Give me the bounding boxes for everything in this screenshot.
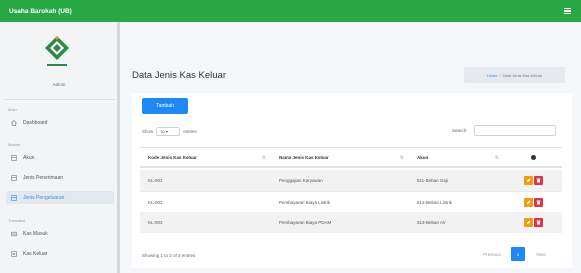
upload-icon — [11, 250, 17, 257]
sidebar: Admin Main Dashboard Master Akun Jenis P… — [0, 22, 120, 273]
sidebar-heading-main: Main — [8, 107, 17, 112]
cell-akun: 512-Beban Listrik — [417, 199, 453, 205]
delete-button[interactable] — [533, 176, 543, 185]
table-row: KL-001 Penggajian Karyawan 511-Beban Gaj… — [140, 170, 562, 191]
logo-icon — [44, 35, 70, 61]
entries-select[interactable]: 10 ▾ — [156, 127, 181, 136]
sidebar-item-label: Kas Masuk — [23, 230, 48, 237]
previous-page-button[interactable]: Previous — [477, 247, 507, 261]
sidebar-item-kas-masuk[interactable]: Kas Masuk — [6, 227, 114, 240]
hamburger-menu-icon[interactable] — [564, 8, 571, 14]
sidebar-item-label: Jenis Penerimaan — [23, 174, 64, 181]
sidebar-heading-master: Master — [8, 142, 21, 147]
brand-title[interactable]: Usaha Barokah (UB) — [9, 8, 72, 15]
search-label: Search: — [452, 128, 468, 133]
add-button[interactable]: Tambah — [142, 98, 188, 114]
entries-label: entries — [183, 129, 197, 134]
top-navbar: Usaha Barokah (UB) — [0, 0, 581, 22]
gear-icon — [530, 154, 536, 160]
sidebar-item-jenis-penerimaan[interactable]: Jenis Penerimaan — [6, 171, 114, 184]
data-card: Tambah Show 10 ▾ entries Search: Kode Je… — [132, 93, 572, 268]
show-label: Show — [142, 129, 154, 134]
page-title: Data Jenis Kas Keluar — [132, 70, 226, 81]
sidebar-item-label: Jenis Pengeluaran — [23, 194, 65, 201]
sidebar-item-label: Kas Keluar — [23, 250, 48, 257]
breadcrumb: Home / Data Jenis Kas Keluar — [464, 67, 565, 83]
sort-icon: ⇅ — [399, 155, 404, 161]
trash-icon — [536, 178, 540, 183]
logo-underline — [47, 64, 67, 66]
delete-button[interactable] — [533, 218, 543, 227]
search-input[interactable] — [474, 125, 556, 136]
cell-akun: 513-Beban Air — [417, 220, 446, 225]
pencil-icon — [526, 200, 530, 204]
table-row: KL-003 Pembayaran Biaya PDAM 513-Beban A… — [140, 212, 562, 233]
sidebar-heading-transaksi: Transaksi — [8, 218, 26, 223]
download-icon — [11, 231, 17, 236]
edit-button[interactable] — [523, 176, 533, 185]
cell-kode: KL-001 — [148, 178, 163, 183]
breadcrumb-current: Data Jenis Kas Keluar — [502, 72, 543, 78]
cell-nama: Penggajian Karyawan — [279, 178, 323, 183]
breadcrumb-home-link[interactable]: Home — [487, 73, 498, 78]
user-name: Admin — [52, 82, 66, 87]
trash-icon — [536, 200, 540, 204]
pencil-icon — [526, 178, 530, 182]
sidebar-item-kas-keluar[interactable]: Kas Keluar — [6, 247, 114, 260]
column-header-actions — [504, 148, 562, 166]
page-1-button[interactable]: 1 — [511, 247, 525, 261]
cell-nama: Pembayaran Biaya Listrik — [279, 199, 331, 205]
edit-button[interactable] — [523, 218, 533, 227]
sort-icon: ⇅ — [261, 155, 266, 161]
column-header-kode[interactable]: Kode Jenis Kas Keluar ⇅ — [140, 148, 271, 166]
cell-akun: 511-Beban Gaji — [417, 178, 448, 183]
sidebar-item-jenis-pengeluaran[interactable]: Jenis Pengeluaran — [6, 191, 114, 204]
trash-icon — [536, 220, 540, 225]
table-row: KL-002 Pembayaran Biaya Listrik 512-Beba… — [140, 191, 562, 212]
sidebar-divider — [5, 99, 115, 100]
pagination: Previous 1 Next — [477, 247, 553, 261]
list-icon — [11, 154, 17, 161]
sidebar-item-label: Akun — [23, 154, 35, 161]
list-icon — [11, 194, 17, 201]
cell-nama: Pembayaran Biaya PDAM — [279, 220, 332, 225]
cell-kode: KL-003 — [148, 220, 163, 225]
pencil-icon — [526, 220, 530, 224]
table-info: Showing 1 to 3 of 3 entries — [142, 253, 196, 258]
delete-button[interactable] — [533, 197, 543, 207]
sidebar-item-label: Dashboard — [23, 119, 48, 126]
entries-control: Show 10 ▾ entries — [142, 127, 197, 136]
sidebar-item-akun[interactable]: Akun — [6, 151, 114, 164]
table-header-row: Kode Jenis Kas Keluar ⇅ Nama Jenis Kas Ke… — [140, 147, 562, 168]
sort-icon: ⇅ — [494, 155, 499, 161]
list-icon — [11, 174, 17, 181]
edit-button[interactable] — [523, 197, 533, 207]
column-header-nama[interactable]: Nama Jenis Kas Keluar ⇅ — [271, 148, 409, 166]
home-icon — [11, 119, 17, 126]
sidebar-item-dashboard[interactable]: Dashboard — [6, 116, 114, 129]
breadcrumb-separator: / — [499, 72, 501, 78]
cell-kode: KL-002 — [148, 199, 163, 205]
next-page-button[interactable]: Next — [529, 247, 553, 261]
column-header-akun[interactable]: Akun ⇅ — [409, 148, 504, 166]
